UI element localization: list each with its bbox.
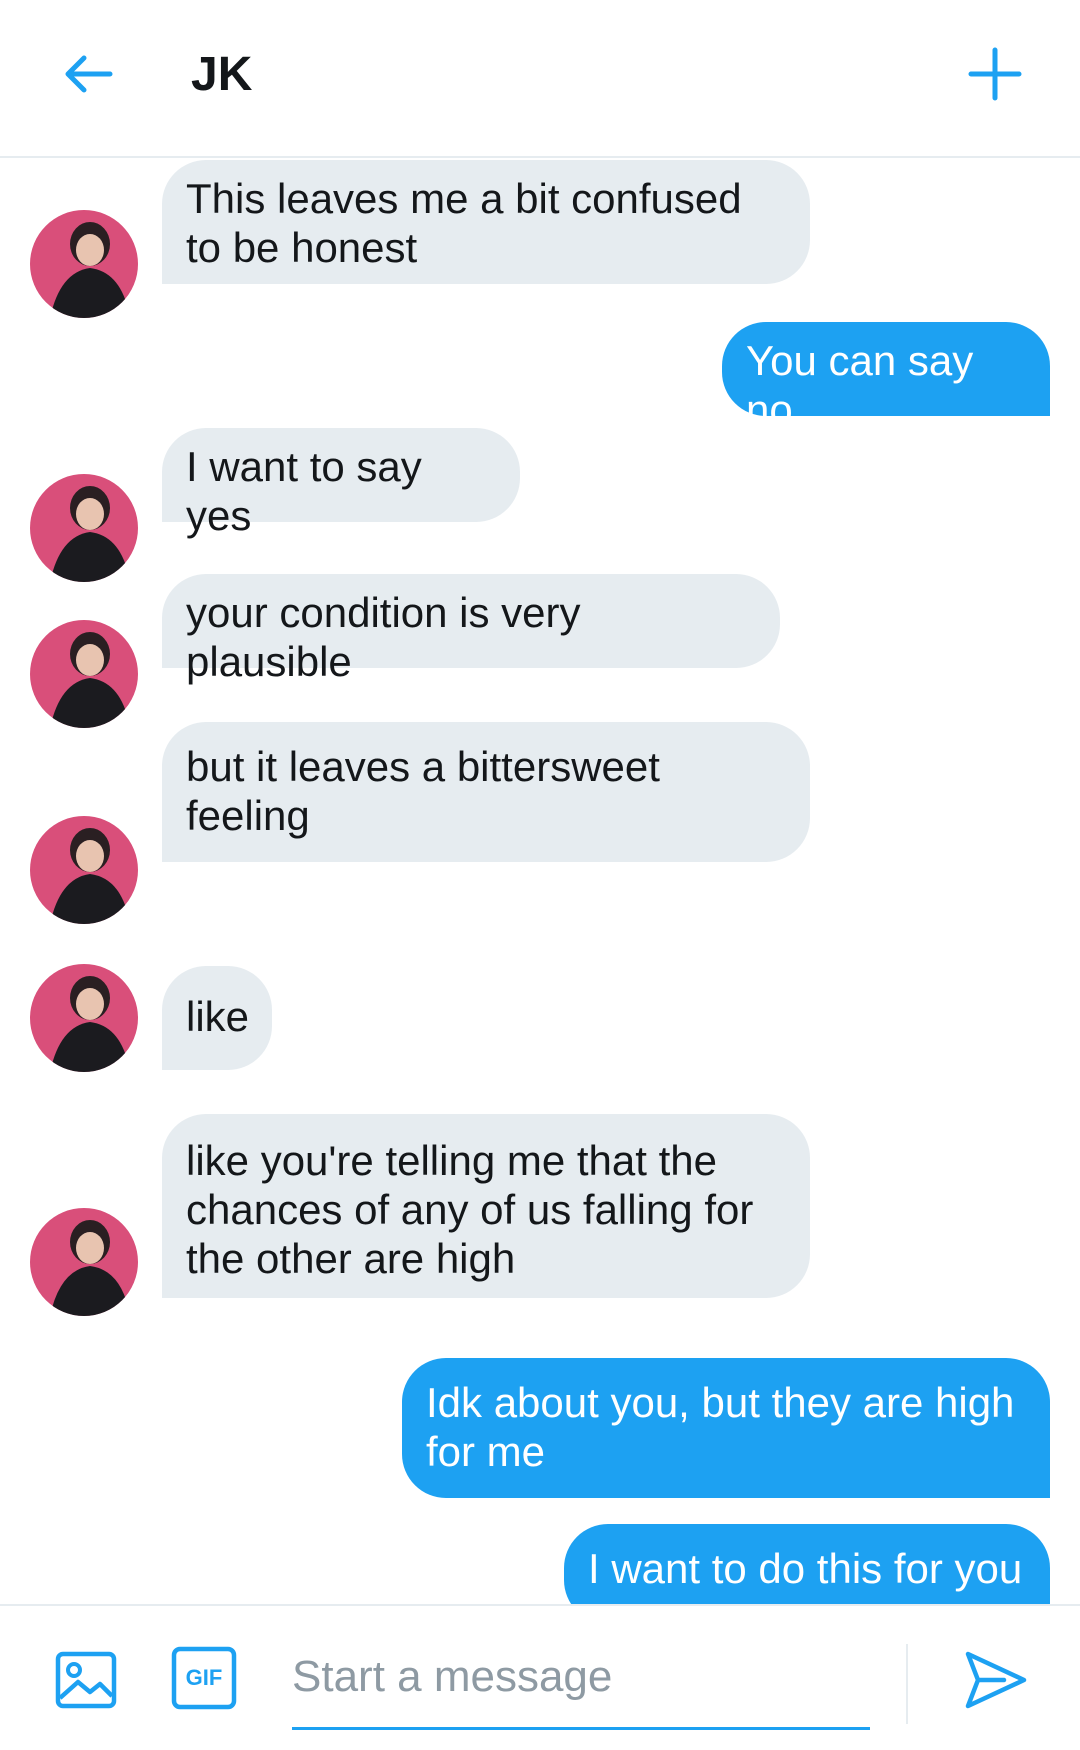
message-bubble[interactable]: your condition is very plausible [162, 574, 780, 685]
message-bubble[interactable]: like you're telling me that the chances … [162, 1114, 810, 1298]
message-input-container [292, 1626, 870, 1730]
conversation-header: JK [0, 0, 1080, 158]
plus-icon [968, 47, 1022, 101]
image-icon [55, 1651, 117, 1709]
send-icon [965, 1651, 1027, 1709]
message-bubble[interactable]: like [162, 966, 272, 1070]
arrow-left-icon [65, 55, 113, 93]
avatar[interactable] [30, 816, 138, 924]
message-input[interactable] [292, 1626, 870, 1727]
message-composer: GIF [0, 1604, 1080, 1750]
composer-divider [906, 1644, 908, 1724]
avatar[interactable] [30, 964, 138, 1072]
add-photo-button[interactable] [48, 1642, 124, 1718]
add-participant-button[interactable] [955, 36, 1035, 112]
send-button[interactable] [958, 1642, 1034, 1718]
message-bubble[interactable]: Idk about you, but they are high for me [402, 1358, 1050, 1498]
message-bubble[interactable]: I want to do this for you [564, 1524, 1050, 1604]
avatar[interactable] [30, 210, 138, 318]
add-gif-button[interactable]: GIF [170, 1644, 238, 1712]
avatar[interactable] [30, 474, 138, 582]
conversation-title[interactable]: JK [191, 40, 252, 110]
back-button[interactable] [48, 36, 128, 112]
message-list[interactable]: This leaves me a bit confused to be hone… [0, 158, 1080, 1604]
avatar[interactable] [30, 620, 138, 728]
avatar[interactable] [30, 1208, 138, 1316]
message-bubble[interactable]: This leaves me a bit confused to be hone… [162, 160, 810, 284]
message-bubble[interactable]: but it leaves a bittersweet feeling [162, 722, 810, 862]
message-bubble[interactable]: You can say no [722, 322, 1050, 433]
gif-label: GIF [185, 1665, 223, 1690]
message-bubble[interactable]: I want to say yes [162, 428, 520, 539]
